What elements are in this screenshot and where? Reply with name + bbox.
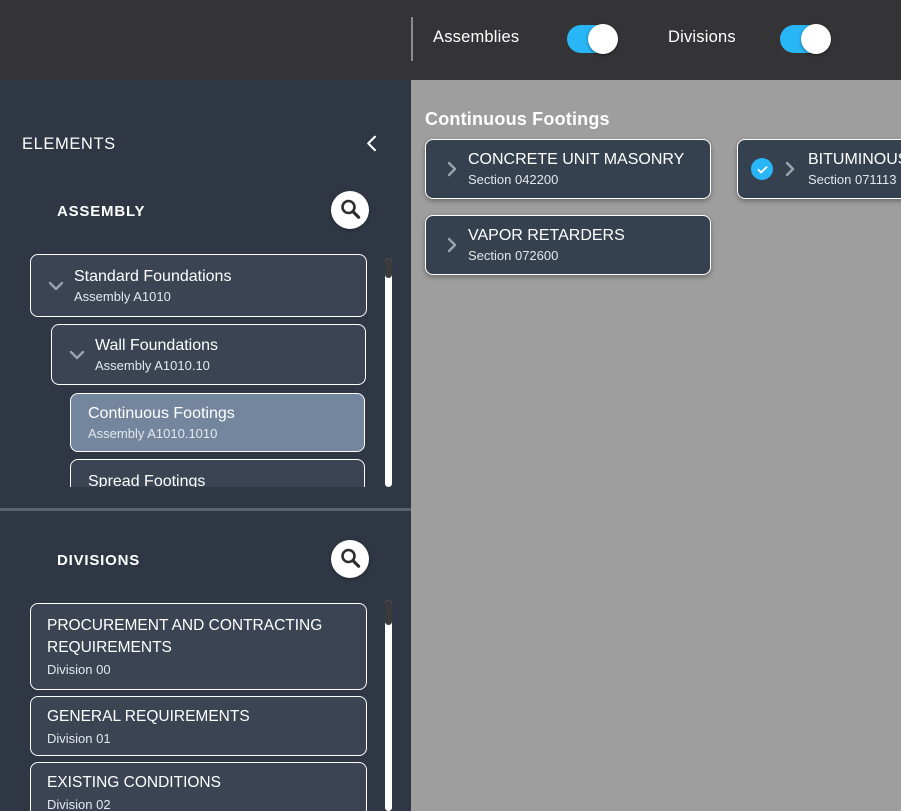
division-item-00[interactable]: PROCUREMENT AND CONTRACTING REQUIREMENTS… bbox=[30, 603, 367, 690]
section-card-concrete-unit-masonry[interactable]: CONCRETE UNIT MASONRY Section 042200 bbox=[425, 139, 711, 199]
division-subtitle: Division 02 bbox=[47, 797, 350, 811]
tree-item-continuous-footings[interactable]: Continuous Footings Assembly A1010.1010 bbox=[70, 393, 365, 452]
assembly-search-button[interactable] bbox=[331, 191, 369, 229]
division-title: PROCUREMENT AND CONTRACTING REQUIREMENTS bbox=[47, 615, 350, 659]
divisions-search-button[interactable] bbox=[331, 540, 369, 578]
division-subtitle: Division 00 bbox=[47, 662, 350, 678]
divisions-scrollbar-thumb[interactable] bbox=[385, 600, 392, 625]
divisions-toggle-label: Divisions bbox=[668, 28, 736, 47]
section-card-subtitle: Section 072600 bbox=[468, 248, 710, 264]
division-item-01[interactable]: GENERAL REQUIREMENTS Division 01 bbox=[30, 696, 367, 756]
check-circle-icon bbox=[751, 158, 773, 180]
section-card-subtitle: Section 042200 bbox=[468, 172, 710, 188]
division-item-02[interactable]: EXISTING CONDITIONS Division 02 bbox=[30, 762, 367, 811]
assemblies-toggle-label: Assemblies bbox=[433, 28, 519, 47]
assemblies-toggle-thumb bbox=[588, 24, 618, 54]
section-card-subtitle: Section 071113 bbox=[808, 172, 901, 188]
search-icon bbox=[338, 197, 362, 224]
tree-item-subtitle: Assembly A1010.1010 bbox=[88, 426, 364, 442]
assembly-panel-title: ASSEMBLY bbox=[57, 203, 145, 220]
section-card-title: BITUMINOUS bbox=[808, 150, 901, 169]
sidebar-title: ELEMENTS bbox=[22, 135, 116, 154]
chevron-left-icon bbox=[362, 133, 382, 156]
assemblies-toggle[interactable] bbox=[567, 25, 617, 53]
tree-item-wall-foundations[interactable]: Wall Foundations Assembly A1010.10 bbox=[51, 324, 366, 385]
sidebar-collapse-button[interactable] bbox=[360, 132, 384, 156]
tree-item-title: Spread Footings bbox=[88, 472, 364, 488]
search-icon bbox=[338, 546, 362, 573]
chevron-down-icon[interactable] bbox=[44, 274, 68, 298]
tree-item-subtitle: Assembly A1010.10 bbox=[95, 358, 365, 374]
section-card-title: VAPOR RETARDERS bbox=[468, 226, 710, 245]
assembly-tree: Standard Foundations Assembly A1010 Wall… bbox=[0, 254, 380, 487]
chevron-right-icon[interactable] bbox=[778, 157, 802, 181]
tree-item-standard-foundations[interactable]: Standard Foundations Assembly A1010 bbox=[30, 254, 367, 317]
tree-item-subtitle: Assembly A1010 bbox=[74, 289, 366, 305]
section-card-vapor-retarders[interactable]: VAPOR RETARDERS Section 072600 bbox=[425, 215, 711, 275]
top-bar: Assemblies Divisions bbox=[0, 0, 901, 80]
assembly-scrollbar[interactable] bbox=[385, 258, 392, 487]
assembly-scrollbar-thumb[interactable] bbox=[385, 258, 392, 278]
top-bar-divider bbox=[411, 17, 413, 61]
section-card-title: CONCRETE UNIT MASONRY bbox=[468, 150, 710, 169]
page-title: Continuous Footings bbox=[425, 109, 610, 130]
division-title: EXISTING CONDITIONS bbox=[47, 772, 350, 794]
tree-item-title: Wall Foundations bbox=[95, 336, 365, 356]
division-subtitle: Division 01 bbox=[47, 731, 350, 747]
chevron-right-icon[interactable] bbox=[440, 233, 464, 257]
tree-item-spread-footings[interactable]: Spread Footings bbox=[70, 459, 365, 487]
panel-divider bbox=[0, 508, 411, 511]
tree-item-title: Standard Foundations bbox=[74, 267, 366, 287]
division-title: GENERAL REQUIREMENTS bbox=[47, 706, 350, 728]
sidebar: ELEMENTS ASSEMBLY Standard Foundations A… bbox=[0, 80, 411, 811]
divisions-list: PROCUREMENT AND CONTRACTING REQUIREMENTS… bbox=[0, 603, 380, 811]
divisions-scrollbar[interactable] bbox=[385, 600, 392, 811]
main-content: Continuous Footings CONCRETE UNIT MASONR… bbox=[411, 80, 901, 811]
divisions-toggle-thumb bbox=[801, 24, 831, 54]
chevron-right-icon[interactable] bbox=[440, 157, 464, 181]
tree-item-title: Continuous Footings bbox=[88, 404, 364, 424]
section-card-bituminous[interactable]: BITUMINOUS Section 071113 bbox=[737, 139, 901, 199]
divisions-toggle[interactable] bbox=[780, 25, 830, 53]
chevron-down-icon[interactable] bbox=[65, 343, 89, 367]
divisions-panel-title: DIVISIONS bbox=[57, 552, 140, 569]
